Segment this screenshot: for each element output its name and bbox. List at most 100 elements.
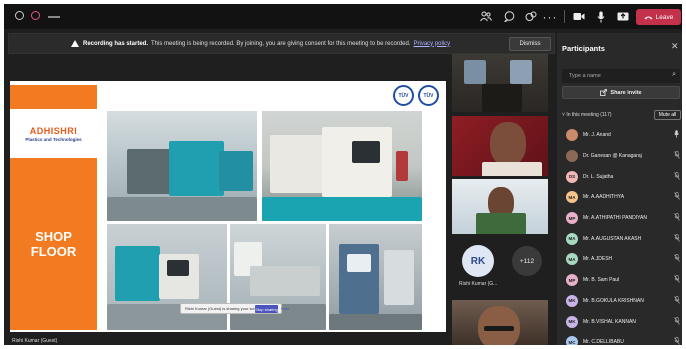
factory-photo-injection-unit	[230, 224, 326, 330]
microphone-off-icon[interactable]	[674, 275, 680, 285]
microphone-icon[interactable]	[674, 130, 679, 140]
panel-title: Participants	[562, 44, 605, 53]
video-tile-room[interactable]	[452, 54, 548, 112]
certification-seal-icon: TÜV	[418, 85, 439, 106]
banner-bold-text: Recording has started.	[83, 40, 149, 47]
avatar	[566, 129, 578, 142]
video-tile-name: Rishi Kumar (G...	[459, 281, 498, 287]
microphone-off-icon[interactable]	[674, 192, 680, 202]
shared-screen-slide: ADHISHRI Plastics and Technologies SHOP …	[10, 81, 446, 332]
leave-button[interactable]: Leave	[636, 9, 681, 25]
participant-name: Dr. Ganesan @ Kanagaraj	[583, 153, 642, 160]
factory-photo-press	[107, 224, 227, 330]
avatar: MA	[566, 232, 578, 245]
share-invite-label: Share invite	[610, 89, 642, 96]
microphone-off-icon[interactable]	[674, 316, 680, 327]
certification-seal-icon: TÜV	[393, 85, 414, 106]
participant-row[interactable]: MP Mr. B. Sam Paul	[557, 270, 682, 291]
search-icon: ⌕	[672, 71, 676, 78]
factory-photo-machines	[107, 111, 257, 221]
participant-row[interactable]: MA Mr. A.JDESH	[557, 249, 682, 270]
participant-row[interactable]: Mr. J. Anand	[557, 125, 682, 146]
participant-name: Mr. A.ATHIPATHI PANDIYAN	[583, 215, 647, 222]
logo-subtitle: Plastics and Technologies	[25, 136, 82, 142]
camera-icon[interactable]	[571, 9, 587, 24]
privacy-policy-link[interactable]: Privacy policy	[414, 41, 451, 47]
microphone-off-icon[interactable]	[674, 171, 680, 182]
share-screen-icon[interactable]	[615, 9, 631, 24]
sharing-notification-text: Rishi Kumar (Guest) is sharing your scre…	[185, 306, 262, 311]
hide-button[interactable]: Hide	[281, 306, 289, 311]
avatar: MK	[566, 294, 578, 307]
participant-row[interactable]: MK Mr. B.VISHAL KANNAN	[557, 311, 682, 332]
participant-name: Mr. B.GOKULA KRISHNAN	[583, 297, 644, 304]
stop-sharing-button[interactable]: Stop sharing	[255, 305, 278, 313]
participant-row[interactable]: Dr. Ganesan @ Kanagaraj	[557, 146, 682, 167]
video-tile-participant[interactable]	[452, 116, 548, 176]
participant-row[interactable]: MA Mr. A.AUGUSTAN AKASH	[557, 228, 682, 249]
avatar: MP	[566, 274, 578, 287]
teams-meeting-window: ··· Leave Recording has started. This me…	[4, 4, 682, 345]
company-logo: ADHISHRI Plastics and Technologies	[10, 111, 97, 156]
avatar: MK	[566, 315, 578, 328]
participant-row[interactable]: MP Mr. A.ATHIPATHI PANDIYAN	[557, 208, 682, 229]
window-control-circle-icon[interactable]	[15, 11, 24, 20]
top-toolbar: ··· Leave	[4, 4, 682, 29]
more-options-icon[interactable]: ···	[542, 9, 558, 24]
avatar: DS	[566, 170, 578, 183]
search-input[interactable]: Type a name ⌕	[562, 69, 680, 83]
slide-title-line2: FLOOR	[30, 244, 77, 259]
warning-icon	[71, 40, 79, 47]
minimize-icon[interactable]	[48, 16, 60, 18]
participant-row[interactable]: MA Mr. A.AADHITHYA	[557, 187, 682, 208]
share-invite-button[interactable]: Share invite	[562, 86, 680, 99]
microphone-off-icon[interactable]	[674, 151, 680, 161]
in-meeting-header[interactable]: ˅ In this meeting (117)	[562, 112, 612, 118]
leave-label: Leave	[655, 13, 674, 21]
participant-name: Mr. B.VISHAL KANNAN	[583, 318, 636, 325]
share-icon	[600, 89, 608, 96]
participant-row[interactable]: MK Mr. B.GOKULA KRISHNAN	[557, 291, 682, 312]
microphone-off-icon[interactable]	[674, 295, 680, 306]
video-tile-participant[interactable]	[452, 179, 548, 234]
microphone-off-icon[interactable]	[674, 337, 680, 345]
microphone-icon[interactable]	[593, 9, 609, 24]
reactions-icon[interactable]	[523, 9, 539, 24]
microphone-off-icon[interactable]	[674, 213, 680, 223]
slide-title-panel: SHOP FLOOR	[10, 158, 97, 330]
participant-name: Dr. L. Sujatha	[583, 173, 614, 180]
factory-photo-control-panel	[329, 224, 422, 330]
in-meeting-count: In this meeting (117)	[566, 112, 612, 118]
participant-list: Mr. J. Anand Dr. Ganesan @ Kanagaraj DS Dr.…	[557, 125, 682, 345]
recording-banner: Recording has started. This meeting is b…	[8, 33, 555, 54]
dismiss-button[interactable]: Dismiss	[509, 37, 551, 51]
avatar	[566, 150, 578, 163]
microphone-off-icon[interactable]	[674, 254, 680, 264]
people-icon[interactable]	[478, 9, 494, 24]
factory-photo-molding-machine	[262, 111, 422, 221]
record-dot-icon	[31, 11, 40, 20]
slide-header-band	[10, 85, 97, 109]
avatar[interactable]: RK	[462, 245, 494, 277]
phone-hangup-icon	[644, 16, 653, 19]
participant-name: Mr. J. Anand	[583, 132, 611, 139]
microphone-off-icon[interactable]	[674, 233, 680, 244]
participant-name: Mr. A.AUGUSTAN AKASH	[583, 235, 642, 242]
close-icon[interactable]: ✕	[671, 41, 679, 52]
participant-name: Mr. A.AADHITHYA	[583, 194, 625, 201]
sharing-notification: Rishi Kumar (Guest) is sharing your scre…	[180, 303, 289, 314]
participant-row[interactable]: MC Mr. C.DELLIBABU	[557, 332, 682, 345]
more-participants-button[interactable]: +112	[512, 246, 542, 276]
chat-icon[interactable]	[501, 9, 517, 24]
mute-all-button[interactable]: Mute all	[654, 110, 681, 120]
avatar: MC	[566, 336, 578, 345]
logo-name: ADHISHRI	[29, 125, 78, 136]
participant-name: Mr. B. Sam Paul	[583, 277, 620, 284]
search-placeholder: Type a name	[569, 73, 601, 79]
participant-row[interactable]: DS Dr. L. Sujatha	[557, 166, 682, 187]
avatar: MA	[566, 191, 578, 204]
toolbar-divider	[564, 10, 565, 23]
video-tile-participant[interactable]	[452, 300, 548, 345]
participant-name: Mr. A.JDESH	[583, 256, 613, 263]
participant-name: Mr. C.DELLIBABU	[583, 339, 624, 345]
